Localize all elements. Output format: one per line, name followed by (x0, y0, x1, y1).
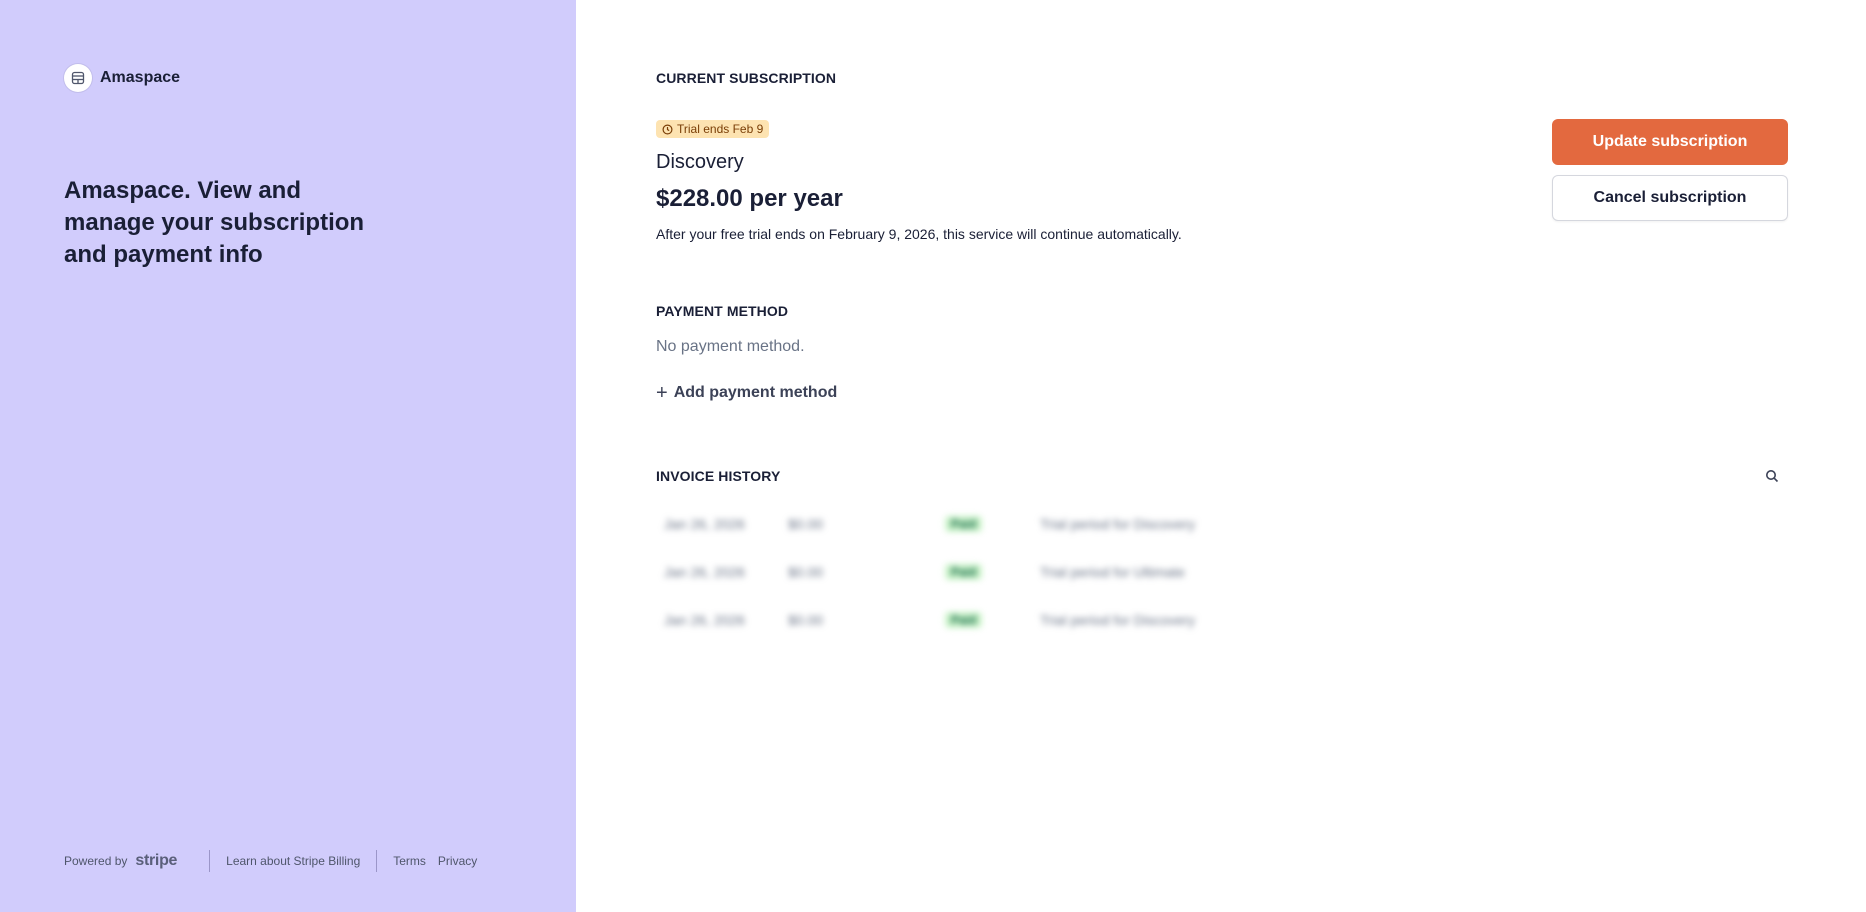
footer-divider (376, 850, 378, 872)
left-panel: Amaspace Amaspace. View and manage your … (0, 0, 576, 912)
invoice-status-badge: Paid (945, 516, 983, 532)
add-payment-method-label: Add payment method (673, 384, 838, 401)
payment-method-title: PAYMENT METHOD (656, 303, 789, 319)
plan-name: Discovery (656, 151, 744, 173)
add-payment-method-button[interactable]: + Add payment method (656, 382, 838, 404)
invoice-status-badge: Paid (945, 612, 983, 628)
clock-icon (662, 124, 673, 134)
main-panel: CURRENT SUBSCRIPTION Trial ends Feb 9 Di… (576, 0, 1866, 912)
trial-note: After your free trial ends on February 9… (656, 226, 1182, 242)
cancel-subscription-button[interactable]: Cancel subscription (1552, 175, 1788, 221)
footer-divider (209, 850, 211, 872)
invoice-history-title: INVOICE HISTORY (656, 468, 781, 484)
update-subscription-button[interactable]: Update subscription (1552, 119, 1788, 165)
invoice-row[interactable]: Jan 26, 2026 $0.00 Paid Trial period for… (656, 604, 1256, 652)
invoice-amount: $0.00 (788, 564, 824, 580)
learn-stripe-billing-link[interactable]: Learn about Stripe Billing (226, 854, 360, 868)
invoice-row[interactable]: Jan 26, 2026 $0.00 Paid Trial period for… (656, 508, 1256, 556)
invoice-description: Trial period for Discovery (1040, 612, 1196, 628)
brand[interactable]: Amaspace (64, 64, 180, 92)
invoice-date: Jan 26, 2026 (664, 564, 745, 580)
terms-link[interactable]: Terms (393, 854, 426, 868)
page-headline: Amaspace. View and manage your subscript… (64, 177, 365, 268)
current-subscription-title: CURRENT SUBSCRIPTION (656, 70, 837, 86)
privacy-link[interactable]: Privacy (438, 854, 477, 868)
invoice-status-badge: Paid (945, 564, 983, 580)
invoice-date: Jan 26, 2026 (664, 612, 745, 628)
powered-by-stripe[interactable]: Powered by stripe (64, 852, 177, 870)
search-icon[interactable] (1765, 469, 1779, 483)
invoice-amount: $0.00 (788, 516, 824, 532)
invoice-description: Trial period for Ultimate (1040, 564, 1185, 580)
invoice-date: Jan 26, 2026 (664, 516, 745, 532)
trial-badge-label: Trial ends Feb 9 (677, 122, 764, 136)
powered-by-label: Powered by (64, 854, 128, 868)
brand-name: Amaspace (100, 69, 181, 86)
footer: Powered by stripe Learn about Stripe Bil… (64, 850, 477, 872)
storefront-icon (64, 64, 92, 92)
invoice-amount: $0.00 (788, 612, 824, 628)
plus-icon: + (656, 382, 668, 404)
no-payment-method-text: No payment method. (656, 338, 805, 355)
invoice-row[interactable]: Jan 26, 2026 $0.00 Paid Trial period for… (656, 556, 1256, 604)
stripe-logo: stripe (135, 852, 178, 869)
trial-badge: Trial ends Feb 9 (656, 120, 770, 138)
invoice-description: Trial period for Discovery (1040, 516, 1196, 532)
invoice-table: Jan 26, 2026 $0.00 Paid Trial period for… (656, 508, 1256, 652)
plan-price: $228.00 per year (656, 185, 843, 212)
